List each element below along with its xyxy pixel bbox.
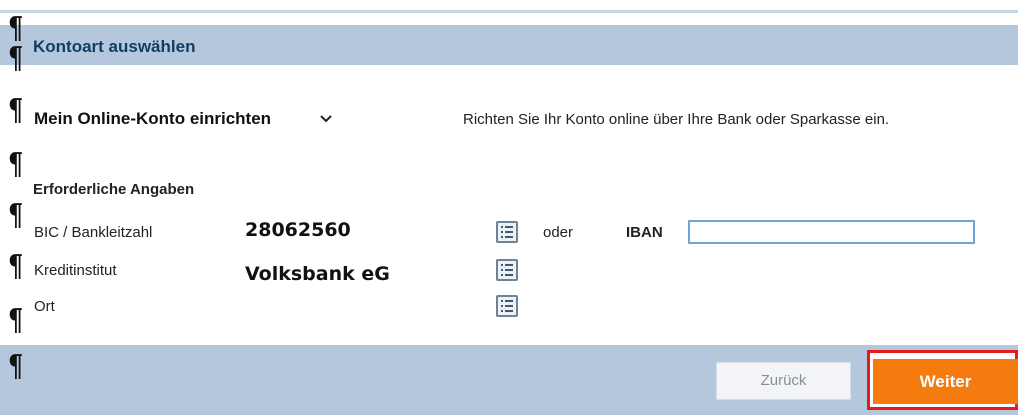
chevron-down-icon[interactable] (319, 113, 333, 125)
pilcrow-mark: ¶ (8, 41, 24, 76)
pilcrow-mark: ¶ (8, 198, 24, 233)
pilcrow-mark: ¶ (8, 303, 24, 338)
pilcrow-mark: ¶ (8, 11, 24, 46)
or-label: oder (543, 224, 574, 241)
section-description: Richten Sie Ihr Konto online über Ihre B… (463, 111, 890, 128)
required-heading: Erforderliche Angaben (33, 181, 195, 198)
bic-value[interactable]: 28062560 (245, 219, 351, 241)
top-divider (0, 10, 1018, 13)
section-title[interactable]: Mein Online-Konto einrichten (34, 109, 271, 129)
pilcrow-mark: ¶ (8, 249, 24, 284)
pilcrow-mark: ¶ (8, 349, 24, 384)
next-button[interactable]: Weiter (873, 359, 1018, 404)
institute-label: Kreditinstitut (34, 262, 117, 279)
institute-value[interactable]: Volksbank eG (245, 263, 390, 285)
bic-label: BIC / Bankleitzahl (34, 224, 153, 241)
bank-list-icon[interactable] (496, 259, 518, 281)
page-title: Kontoart auswählen (33, 37, 196, 56)
bank-list-icon[interactable] (496, 295, 518, 317)
iban-input[interactable] (688, 220, 975, 244)
pilcrow-mark: ¶ (8, 93, 24, 128)
iban-label: IBAN (626, 224, 663, 241)
bank-list-icon[interactable] (496, 221, 518, 243)
footer-band (0, 345, 1018, 415)
city-label: Ort (34, 298, 55, 315)
pilcrow-mark: ¶ (8, 147, 24, 182)
back-button[interactable]: Zurück (716, 362, 851, 400)
